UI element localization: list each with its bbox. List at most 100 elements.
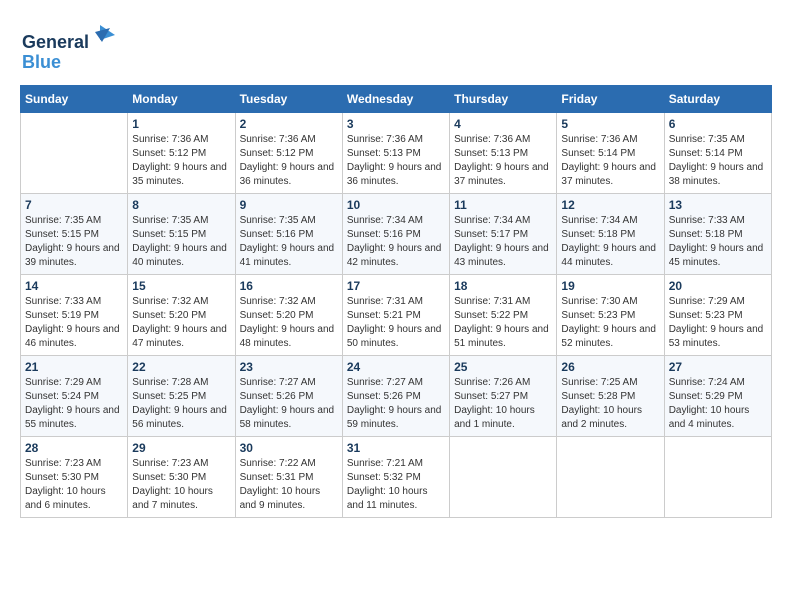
day-info: Sunrise: 7:24 AMSunset: 5:29 PMDaylight:… xyxy=(669,376,767,432)
calendar-cell: 26 Sunrise: 7:25 AMSunset: 5:28 PMDayligh… xyxy=(557,356,664,437)
day-info: Sunrise: 7:36 AMSunset: 5:13 PMDaylight:… xyxy=(454,133,552,189)
day-number: 11 xyxy=(454,198,552,212)
day-info: Sunrise: 7:34 AMSunset: 5:17 PMDaylight:… xyxy=(454,214,552,270)
day-number: 26 xyxy=(561,360,659,374)
day-number: 2 xyxy=(240,117,338,131)
day-info: Sunrise: 7:28 AMSunset: 5:25 PMDaylight:… xyxy=(132,376,230,432)
day-info: Sunrise: 7:35 AMSunset: 5:15 PMDaylight:… xyxy=(132,214,230,270)
day-header-wednesday: Wednesday xyxy=(342,86,449,113)
calendar-cell: 21Sunrise: 7:29 AMSunset: 5:24 PMDayligh… xyxy=(21,356,128,437)
day-header-thursday: Thursday xyxy=(450,86,557,113)
calendar-cell: 15 Sunrise: 7:32 AMSunset: 5:20 PMDayligh… xyxy=(128,275,235,356)
calendar-week-row: 14 Sunrise: 7:33 AMSunset: 5:19 PMDayligh… xyxy=(21,275,772,356)
calendar-cell xyxy=(450,437,557,518)
calendar-cell: 17Sunrise: 7:31 AMSunset: 5:21 PMDayligh… xyxy=(342,275,449,356)
day-info: Sunrise: 7:22 AMSunset: 5:31 PMDaylight:… xyxy=(240,457,338,513)
calendar-week-row: 7Sunrise: 7:35 AMSunset: 5:15 PMDaylight… xyxy=(21,194,772,275)
day-number: 19 xyxy=(561,279,659,293)
day-number: 3 xyxy=(347,117,445,131)
day-number: 31 xyxy=(347,441,445,455)
svg-text:Blue: Blue xyxy=(22,52,61,72)
calendar-week-row: 1 Sunrise: 7:36 AMSunset: 5:12 PMDaylight… xyxy=(21,113,772,194)
calendar-cell: 29 Sunrise: 7:23 AMSunset: 5:30 PMDayligh… xyxy=(128,437,235,518)
svg-text:General: General xyxy=(22,32,89,52)
calendar-table: SundayMondayTuesdayWednesdayThursdayFrid… xyxy=(20,85,772,518)
day-number: 1 xyxy=(132,117,230,131)
calendar-cell: 2 Sunrise: 7:36 AMSunset: 5:12 PMDaylight… xyxy=(235,113,342,194)
day-number: 30 xyxy=(240,441,338,455)
calendar-cell: 20Sunrise: 7:29 AMSunset: 5:23 PMDayligh… xyxy=(664,275,771,356)
day-header-tuesday: Tuesday xyxy=(235,86,342,113)
day-info: Sunrise: 7:32 AMSunset: 5:20 PMDaylight:… xyxy=(240,295,338,351)
day-info: Sunrise: 7:23 AMSunset: 5:30 PMDaylight:… xyxy=(132,457,230,513)
day-info: Sunrise: 7:31 AMSunset: 5:22 PMDaylight:… xyxy=(454,295,552,351)
day-header-saturday: Saturday xyxy=(664,86,771,113)
calendar-cell: 22 Sunrise: 7:28 AMSunset: 5:25 PMDayligh… xyxy=(128,356,235,437)
calendar-cell: 3 Sunrise: 7:36 AMSunset: 5:13 PMDaylight… xyxy=(342,113,449,194)
day-info: Sunrise: 7:25 AMSunset: 5:28 PMDaylight:… xyxy=(561,376,659,432)
day-info: Sunrise: 7:34 AMSunset: 5:18 PMDaylight:… xyxy=(561,214,659,270)
day-number: 14 xyxy=(25,279,123,293)
day-info: Sunrise: 7:23 AMSunset: 5:30 PMDaylight:… xyxy=(25,457,123,513)
logo-svg: General Blue xyxy=(20,20,120,75)
day-number: 25 xyxy=(454,360,552,374)
calendar-cell: 12 Sunrise: 7:34 AMSunset: 5:18 PMDayligh… xyxy=(557,194,664,275)
calendar-cell: 18 Sunrise: 7:31 AMSunset: 5:22 PMDayligh… xyxy=(450,275,557,356)
day-info: Sunrise: 7:32 AMSunset: 5:20 PMDaylight:… xyxy=(132,295,230,351)
calendar-cell: 13 Sunrise: 7:33 AMSunset: 5:18 PMDayligh… xyxy=(664,194,771,275)
day-info: Sunrise: 7:36 AMSunset: 5:13 PMDaylight:… xyxy=(347,133,445,189)
day-info: Sunrise: 7:35 AMSunset: 5:15 PMDaylight:… xyxy=(25,214,123,270)
calendar-cell: 4Sunrise: 7:36 AMSunset: 5:13 PMDaylight… xyxy=(450,113,557,194)
calendar-cell: 11 Sunrise: 7:34 AMSunset: 5:17 PMDayligh… xyxy=(450,194,557,275)
calendar-cell: 8 Sunrise: 7:35 AMSunset: 5:15 PMDaylight… xyxy=(128,194,235,275)
day-info: Sunrise: 7:27 AMSunset: 5:26 PMDaylight:… xyxy=(240,376,338,432)
calendar-cell: 14 Sunrise: 7:33 AMSunset: 5:19 PMDayligh… xyxy=(21,275,128,356)
day-number: 16 xyxy=(240,279,338,293)
day-info: Sunrise: 7:26 AMSunset: 5:27 PMDaylight:… xyxy=(454,376,552,432)
day-info: Sunrise: 7:31 AMSunset: 5:21 PMDaylight:… xyxy=(347,295,445,351)
calendar-week-row: 21Sunrise: 7:29 AMSunset: 5:24 PMDayligh… xyxy=(21,356,772,437)
day-info: Sunrise: 7:29 AMSunset: 5:23 PMDaylight:… xyxy=(669,295,767,351)
calendar-cell: 6Sunrise: 7:35 AMSunset: 5:14 PMDaylight… xyxy=(664,113,771,194)
day-number: 22 xyxy=(132,360,230,374)
day-number: 8 xyxy=(132,198,230,212)
day-header-friday: Friday xyxy=(557,86,664,113)
day-header-monday: Monday xyxy=(128,86,235,113)
day-number: 15 xyxy=(132,279,230,293)
logo: General Blue xyxy=(20,20,120,75)
calendar-cell: 23 Sunrise: 7:27 AMSunset: 5:26 PMDayligh… xyxy=(235,356,342,437)
calendar-cell: 1 Sunrise: 7:36 AMSunset: 5:12 PMDaylight… xyxy=(128,113,235,194)
day-info: Sunrise: 7:35 AMSunset: 5:14 PMDaylight:… xyxy=(669,133,767,189)
day-info: Sunrise: 7:36 AMSunset: 5:12 PMDaylight:… xyxy=(240,133,338,189)
day-number: 13 xyxy=(669,198,767,212)
day-number: 10 xyxy=(347,198,445,212)
day-number: 29 xyxy=(132,441,230,455)
day-number: 24 xyxy=(347,360,445,374)
day-number: 27 xyxy=(669,360,767,374)
day-header-sunday: Sunday xyxy=(21,86,128,113)
calendar-cell xyxy=(557,437,664,518)
day-info: Sunrise: 7:36 AMSunset: 5:12 PMDaylight:… xyxy=(132,133,230,189)
day-number: 18 xyxy=(454,279,552,293)
calendar-cell: 25 Sunrise: 7:26 AMSunset: 5:27 PMDayligh… xyxy=(450,356,557,437)
day-info: Sunrise: 7:33 AMSunset: 5:19 PMDaylight:… xyxy=(25,295,123,351)
day-info: Sunrise: 7:36 AMSunset: 5:14 PMDaylight:… xyxy=(561,133,659,189)
calendar-cell: 30 Sunrise: 7:22 AMSunset: 5:31 PMDayligh… xyxy=(235,437,342,518)
calendar-cell: 5Sunrise: 7:36 AMSunset: 5:14 PMDaylight… xyxy=(557,113,664,194)
day-info: Sunrise: 7:30 AMSunset: 5:23 PMDaylight:… xyxy=(561,295,659,351)
day-info: Sunrise: 7:27 AMSunset: 5:26 PMDaylight:… xyxy=(347,376,445,432)
day-number: 21 xyxy=(25,360,123,374)
calendar-cell: 19 Sunrise: 7:30 AMSunset: 5:23 PMDayligh… xyxy=(557,275,664,356)
day-number: 12 xyxy=(561,198,659,212)
day-number: 9 xyxy=(240,198,338,212)
calendar-cell: 9 Sunrise: 7:35 AMSunset: 5:16 PMDaylight… xyxy=(235,194,342,275)
calendar-cell: 24 Sunrise: 7:27 AMSunset: 5:26 PMDayligh… xyxy=(342,356,449,437)
day-info: Sunrise: 7:33 AMSunset: 5:18 PMDaylight:… xyxy=(669,214,767,270)
calendar-cell: 7Sunrise: 7:35 AMSunset: 5:15 PMDaylight… xyxy=(21,194,128,275)
header: General Blue xyxy=(20,20,772,75)
day-number: 23 xyxy=(240,360,338,374)
calendar-cell xyxy=(21,113,128,194)
calendar-cell: 28Sunrise: 7:23 AMSunset: 5:30 PMDayligh… xyxy=(21,437,128,518)
calendar-week-row: 28Sunrise: 7:23 AMSunset: 5:30 PMDayligh… xyxy=(21,437,772,518)
day-info: Sunrise: 7:35 AMSunset: 5:16 PMDaylight:… xyxy=(240,214,338,270)
